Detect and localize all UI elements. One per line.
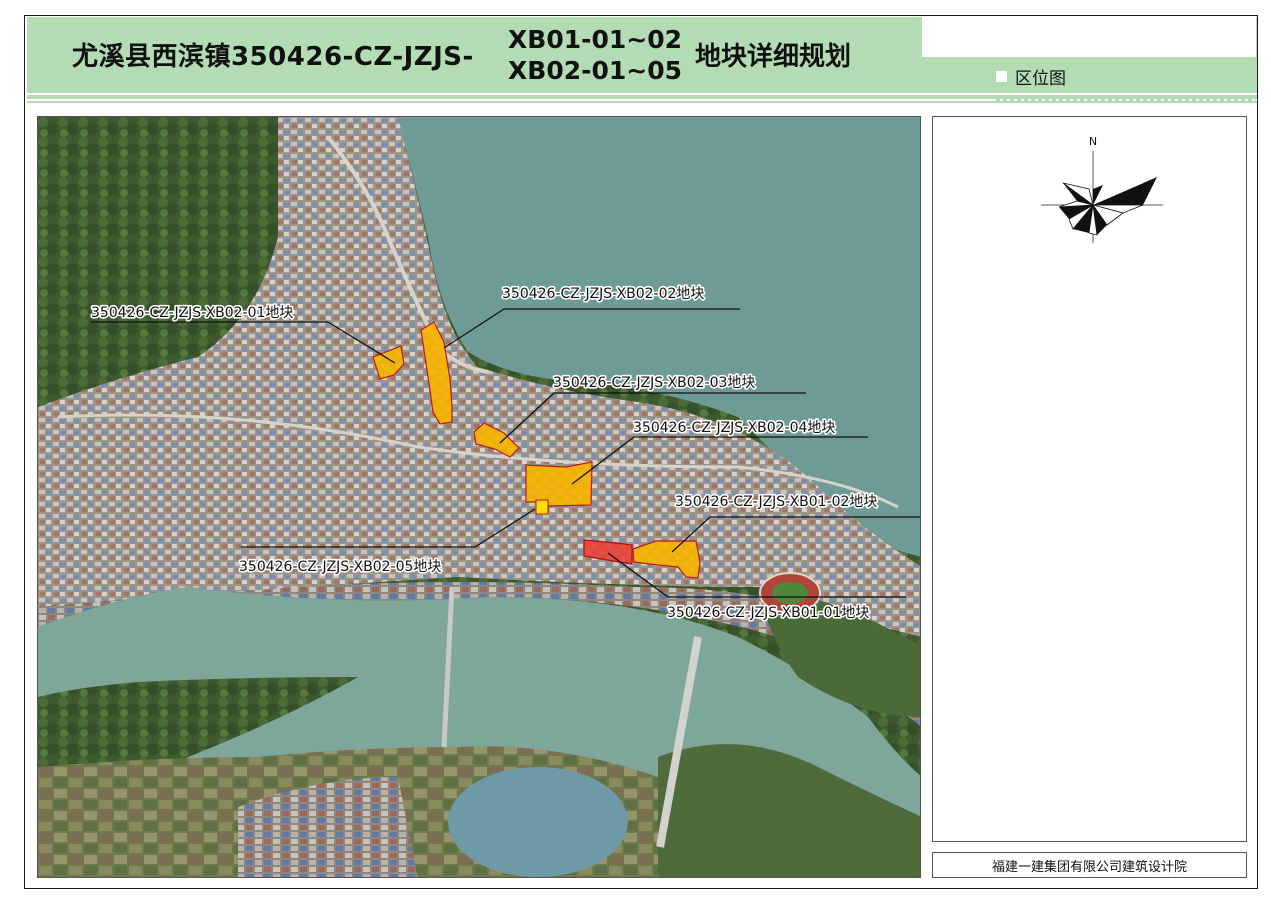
parcel-label-xb01-02: 350426-CZ-JZJS-XB01-02地块	[675, 494, 877, 510]
reservoir	[448, 767, 628, 877]
map-canvas: 350426-CZ-JZJS-XB02-01地块 350426-CZ-JZJS-…	[38, 117, 920, 877]
designer-footer: 福建一建集团有限公司建筑设计院	[932, 852, 1247, 878]
title-suffix: 地块详细规划	[695, 42, 852, 72]
header-stripe-dots	[996, 99, 1256, 101]
parcel-label-xb01-01: 350426-CZ-JZJS-XB01-01地块	[667, 605, 869, 621]
compass-north-label: N	[1089, 135, 1097, 148]
locator-panel: N	[932, 116, 1247, 842]
parcel-label-xb02-04: 350426-CZ-JZJS-XB02-04地块	[633, 420, 835, 436]
satellite-map[interactable]: 350426-CZ-JZJS-XB02-01地块 350426-CZ-JZJS-…	[37, 116, 921, 878]
header-stripe-thin	[27, 101, 1257, 103]
title-code: XB01-01~02 XB02-01~05	[508, 24, 688, 86]
title-prefix: 尤溪县西滨镇350426-CZ-JZJS-	[72, 42, 474, 72]
title-blank-box	[922, 17, 1256, 57]
compass-rose-petals	[1058, 177, 1157, 236]
locator-label: 区位图	[1015, 69, 1066, 89]
title-code-line2: XB02-01~05	[508, 56, 683, 85]
designer-name: 福建一建集团有限公司建筑设计院	[991, 859, 1187, 875]
parcel-label-xb02-02: 350426-CZ-JZJS-XB02-02地块	[502, 286, 704, 302]
parcel-label-xb02-01: 350426-CZ-JZJS-XB02-01地块	[91, 305, 293, 321]
compass-rose: N	[1041, 135, 1163, 243]
parcel-label-xb02-05: 350426-CZ-JZJS-XB02-05地块	[239, 559, 441, 575]
title-code-line1: XB01-01~02	[508, 25, 683, 54]
stadium-field	[772, 582, 808, 604]
locator-heading: 区位图	[996, 64, 1066, 89]
square-bullet-icon	[996, 71, 1007, 82]
parcel-label-xb02-03: 350426-CZ-JZJS-XB02-03地块	[553, 375, 755, 391]
